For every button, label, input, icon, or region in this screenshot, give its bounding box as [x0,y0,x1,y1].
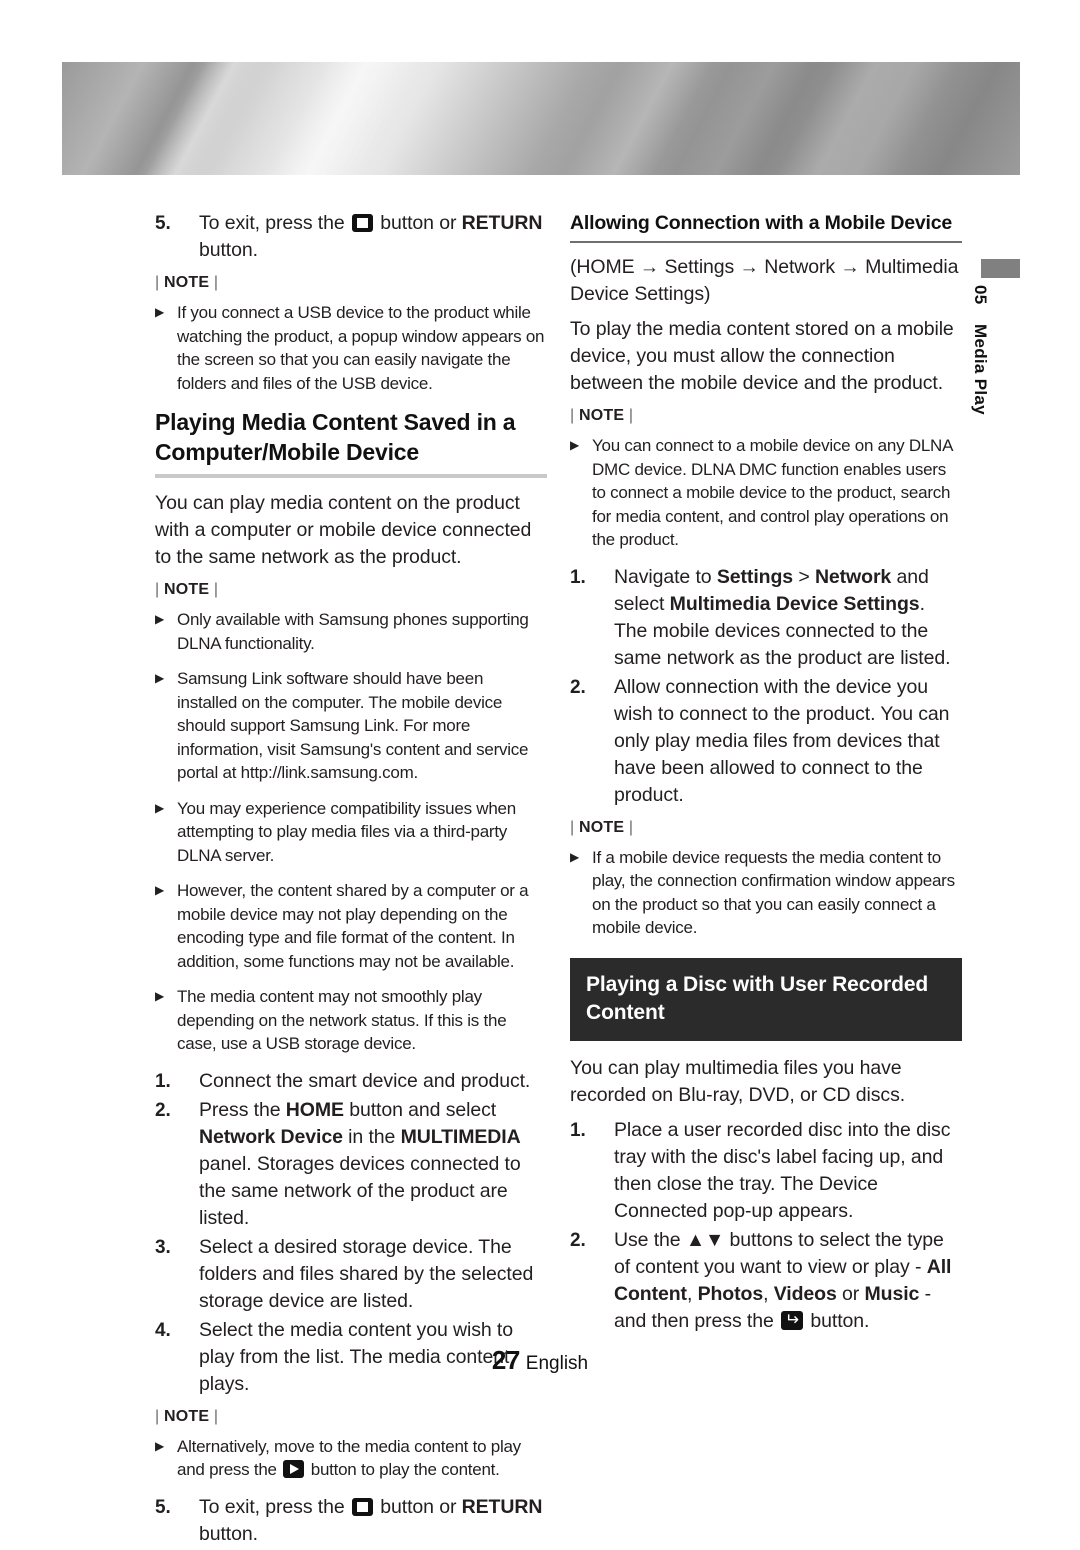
menu-path-line: (HOME → Settings → Network → Multimedia … [570,256,959,305]
chapter-number: 05 [971,285,990,305]
note-bullet: ▶ You can connect to a mobile device on … [570,434,962,552]
step-1: 1. Navigate to Settings > Network and se… [570,564,962,672]
disc-step-2: 2. Use the ▲▼ buttons to select the type… [570,1227,962,1335]
return-key-label: RETURN [461,1495,543,1518]
enter-button-icon [781,1310,804,1330]
chapter-tab-mark [981,259,1020,278]
step-text: Select a desired storage device. The fol… [199,1235,534,1312]
intro-paragraph: You can play media content on the produc… [155,492,532,568]
chapter-name: Media Play [971,323,990,415]
step-5-bottom: 5. To exit, press the button or RETURN b… [155,1494,547,1548]
step-2: 2. Press the HOME button and select Netw… [155,1097,547,1232]
return-key-label: RETURN [461,212,543,234]
step-text: Allow connection with the device you wis… [614,675,950,806]
step-number: 1. [570,566,586,588]
stop-button-icon [351,214,373,232]
step-number: 3. [155,1236,171,1258]
note-bullet: ▶ You may experience compatibility issue… [155,797,547,868]
note-label: | NOTE | [570,407,634,424]
step-number: 5. [155,1496,171,1518]
step-text: Navigate to Settings > Network and selec… [614,565,951,669]
stop-button-icon [351,1497,373,1516]
step-text: Place a user recorded disc into the disc… [614,1118,951,1222]
step-number: 5. [155,213,171,234]
intro-paragraph-2: You can play multimedia files you have r… [570,1056,906,1106]
bullet-triangle-icon: ▶ [155,671,164,685]
note-bullet: ▶ Samsung Link software should have been… [155,667,547,785]
note-bullet: ▶ If you connect a USB device to the pro… [155,301,547,395]
step-text: Press the HOME button and select Network… [199,1098,521,1229]
note-bullet: ▶ If a mobile device requests the media … [570,846,962,940]
step-number: 2. [155,1099,171,1121]
step-3: 3. Select a desired storage device. The … [155,1234,547,1315]
step-number: 1. [155,1070,171,1092]
page-footer: 27 English [0,1345,1080,1376]
step-number: 1. [570,1119,586,1141]
note-bullet: ▶ Only available with Samsung phones sup… [155,608,547,655]
page-language: English [525,1353,589,1374]
note-label: | NOTE | [155,1407,219,1425]
bullet-triangle-icon: ▶ [155,989,164,1003]
top-metallic-banner [62,62,1020,175]
disc-step-1: 1. Place a user recorded disc into the d… [570,1117,962,1225]
right-column: Allowing Connection with a Mobile Device… [570,210,962,1337]
note-label: | NOTE | [570,818,634,836]
step-text: To exit, press the button or RETURN butt… [199,212,543,261]
intro-paragraph: To play the media content stored on a mo… [570,318,954,394]
bullet-triangle-icon: ▶ [155,883,164,897]
note-label: | NOTE | [155,581,219,598]
step-text: Use the ▲▼ buttons to select the type of… [614,1227,962,1335]
note-bullet: ▶ However, the content shared by a compu… [155,879,547,973]
step-5-top: 5. To exit, press the button or RETURN b… [155,210,547,264]
bullet-triangle-icon: ▶ [570,849,579,864]
note-bullet: ▶ Alternatively, move to the media conte… [155,1435,547,1482]
bullet-triangle-icon: ▶ [155,305,164,319]
note-bullet: ▶ The media content may not smoothly pla… [155,985,547,1056]
bullet-triangle-icon: ▶ [155,1438,164,1453]
play-button-icon [283,1460,305,1478]
step-number: 2. [570,1229,586,1251]
heading-rule [155,474,547,478]
note-label: | NOTE | [155,274,219,291]
step-1: 1. Connect the smart device and product. [155,1068,547,1095]
section-heading-media-content: Playing Media Content Saved in a Compute… [155,409,516,465]
heading-rule [570,241,962,243]
step-text: To exit, press the button or RETURN butt… [199,1495,543,1545]
bullet-triangle-icon: ▶ [155,612,164,626]
chapter-tab-label: 05 Media Play [966,285,994,505]
bullet-triangle-icon: ▶ [570,438,579,452]
step-text: Connect the smart device and product. [199,1069,531,1092]
page-number: 27 [491,1345,520,1375]
step-number: 2. [570,676,586,698]
step-2: 2. Allow connection with the device you … [570,674,962,809]
bullet-triangle-icon: ▶ [155,800,164,815]
section-heading-user-recorded-disc: Playing a Disc with User Recorded Conten… [570,957,962,1041]
section-heading-allowing-connection: Allowing Connection with a Mobile Device [570,212,953,234]
